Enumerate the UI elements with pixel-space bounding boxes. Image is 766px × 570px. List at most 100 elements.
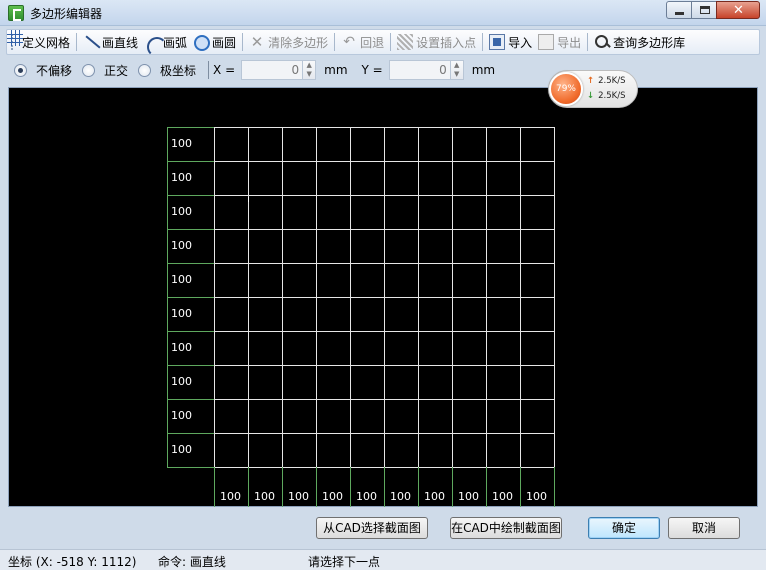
export-icon <box>538 34 555 50</box>
grid-line-vertical <box>520 127 521 467</box>
draw-line-label: 画直线 <box>102 35 139 50</box>
grid-line-vertical <box>282 127 283 467</box>
clear-polygon-label: 清除多边形 <box>268 35 329 50</box>
toolbar-separator <box>390 33 392 51</box>
toolbar-separator <box>587 33 589 51</box>
set-insert-point-label: 设置插入点 <box>416 35 477 50</box>
column-length-label: 100 <box>526 490 547 503</box>
app-icon <box>8 5 24 21</box>
draw-line-button[interactable]: 画直线 <box>80 31 141 53</box>
row-length-label: 100 <box>171 409 192 422</box>
minimize-icon <box>675 12 684 15</box>
grid-line-vertical <box>418 127 419 467</box>
line-icon <box>83 34 99 50</box>
usage-percent: 79% <box>549 72 583 106</box>
search-icon <box>594 34 610 50</box>
no-offset-radio[interactable]: 不偏移 <box>14 62 72 79</box>
y-label: Y = <box>361 63 383 77</box>
column-length-label: 100 <box>254 490 275 503</box>
y-value: 0 <box>439 63 447 77</box>
row-length-label: 100 <box>171 171 192 184</box>
row-length-label: 100 <box>171 341 192 354</box>
toolbar-separator <box>482 33 484 51</box>
toolbar-separator <box>208 61 210 79</box>
left-ruler-tick <box>167 365 214 366</box>
grid-line-vertical <box>214 127 215 467</box>
define-grid-button[interactable]: 定义网格 <box>7 30 73 53</box>
row-length-label: 100 <box>171 273 192 286</box>
x-spinner-arrows[interactable]: ▲ ▼ <box>302 61 316 79</box>
no-offset-label: 不偏移 <box>36 63 73 78</box>
cancel-button[interactable]: 取消 <box>668 517 740 539</box>
polar-radio[interactable]: 极坐标 <box>138 62 196 79</box>
y-spinbox[interactable]: 0 ▲ ▼ <box>388 60 464 80</box>
bottom-ruler-tick <box>282 467 283 507</box>
grid-line-vertical <box>248 127 249 467</box>
maximize-icon <box>700 6 710 14</box>
set-insert-point-button[interactable]: 设置插入点 <box>394 31 479 53</box>
clear-polygon-button[interactable]: ✕ 清除多边形 <box>246 31 331 53</box>
dialog-buttons: 从CAD选择截面图 在CAD中绘制截面图 确定 取消 <box>0 510 766 548</box>
x-value: 0 <box>291 63 300 77</box>
column-length-label: 100 <box>492 490 513 503</box>
download-speed: 2.5K/S <box>598 91 626 101</box>
orthogonal-label: 正交 <box>104 63 129 78</box>
left-ruler-tick <box>167 467 214 468</box>
row-length-label: 100 <box>171 443 192 456</box>
toolbar-separator <box>334 33 336 51</box>
row-length-label: 100 <box>171 239 192 252</box>
draw-in-cad-button[interactable]: 在CAD中绘制截面图 <box>450 517 562 539</box>
import-icon <box>489 34 506 50</box>
ok-button[interactable]: 确定 <box>588 517 660 539</box>
left-ruler-tick <box>167 229 214 230</box>
grid-line-vertical <box>350 127 351 467</box>
minimize-button[interactable] <box>666 1 692 19</box>
column-length-label: 100 <box>424 490 445 503</box>
bottom-ruler-tick <box>384 467 385 507</box>
arc-icon <box>144 34 168 57</box>
export-button[interactable]: 导出 <box>535 31 584 53</box>
toolbar-separator <box>76 33 78 51</box>
bottom-ruler-tick <box>554 467 555 507</box>
maximize-button[interactable] <box>691 1 717 19</box>
y-spinner-arrows[interactable]: ▲ ▼ <box>449 61 463 79</box>
y-unit: mm <box>471 63 496 77</box>
bottom-ruler-tick <box>520 467 521 507</box>
select-from-cad-button[interactable]: 从CAD选择截面图 <box>316 517 428 539</box>
column-length-label: 100 <box>458 490 479 503</box>
circle-icon <box>193 34 211 51</box>
grid-line-vertical <box>452 127 453 467</box>
status-coords: 坐标 (X: -518 Y: 1112) <box>8 555 137 569</box>
draw-arc-button[interactable]: 画弧 <box>141 31 190 57</box>
draw-circle-button[interactable]: 画圆 <box>190 31 239 53</box>
upload-speed: 2.5K/S <box>598 76 626 86</box>
left-ruler-tick <box>167 297 214 298</box>
bottom-ruler-tick <box>248 467 249 507</box>
left-ruler-tick <box>167 195 214 196</box>
left-ruler-tick <box>167 331 214 332</box>
download-arrow-icon: ↓ <box>587 91 595 101</box>
row-length-label: 100 <box>171 137 192 150</box>
undo-label: 回退 <box>360 35 385 50</box>
undo-button[interactable]: ↶ 回退 <box>338 31 387 53</box>
import-label: 导入 <box>508 35 533 50</box>
grid-line-vertical <box>316 127 317 467</box>
orthogonal-radio[interactable]: 正交 <box>82 62 128 79</box>
export-label: 导出 <box>557 35 582 50</box>
close-button[interactable]: ✕ <box>716 1 760 19</box>
left-ruler-tick <box>167 433 214 434</box>
bottom-ruler-tick <box>350 467 351 507</box>
define-grid-label: 定义网格 <box>22 35 71 50</box>
row-length-label: 100 <box>171 375 192 388</box>
x-spinbox[interactable]: 0 ▲ ▼ <box>241 60 317 80</box>
insert-point-icon <box>397 34 414 50</box>
toolbar-separator <box>242 33 244 51</box>
network-speed-widget[interactable]: 79% ↑ 2.5K/S ↓ 2.5K/S <box>548 70 638 108</box>
import-button[interactable]: 导入 <box>486 31 535 53</box>
grid-line-vertical <box>384 127 385 467</box>
bottom-ruler-tick <box>214 467 215 507</box>
column-length-label: 100 <box>322 490 343 503</box>
query-library-button[interactable]: 查询多边形库 <box>591 31 688 53</box>
drawing-canvas[interactable]: 100 100 100 100 100 100 100 100 100 100 100 100 100 1… <box>8 87 758 507</box>
column-length-label: 100 <box>390 490 411 503</box>
